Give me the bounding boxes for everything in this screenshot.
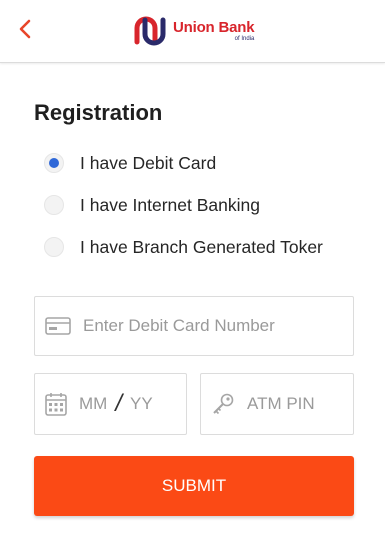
app-header: Union Bank of India (0, 0, 385, 63)
option-label: I have Internet Banking (80, 194, 260, 215)
option-branch-token[interactable]: I have Branch Generated Toker (44, 236, 323, 258)
bank-logo: Union Bank of India (133, 14, 255, 48)
atm-pin-placeholder: ATM PIN (247, 394, 315, 413)
option-label: I have Branch Generated Toker (80, 236, 323, 257)
debit-card-number-field[interactable]: Enter Debit Card Number (34, 296, 354, 356)
expiry-date-field[interactable]: MM / YY (34, 373, 187, 435)
back-button[interactable] (10, 14, 40, 44)
radio-button[interactable] (44, 195, 64, 215)
submit-button[interactable]: SUBMIT (34, 456, 354, 516)
chevron-left-icon (19, 19, 31, 39)
expiry-year-placeholder: YY (130, 394, 153, 413)
key-icon (211, 392, 235, 416)
expiry-month-placeholder: MM (79, 394, 108, 413)
radio-button[interactable] (44, 237, 64, 257)
option-debit-card[interactable]: I have Debit Card (44, 152, 323, 174)
registration-type-group: I have Debit Card I have Internet Bankin… (44, 152, 323, 278)
expiry-separator: / (115, 390, 122, 417)
radio-button[interactable] (44, 153, 64, 173)
option-internet-banking[interactable]: I have Internet Banking (44, 194, 323, 216)
bank-subtitle: of India (234, 36, 255, 42)
bank-name: Union Bank (173, 19, 255, 36)
page-title: Registration (34, 100, 163, 125)
union-bank-logo-icon (134, 16, 166, 46)
radio-selected-dot (49, 158, 59, 168)
atm-pin-field[interactable]: ATM PIN (200, 373, 354, 435)
option-label: I have Debit Card (80, 152, 217, 173)
card-number-placeholder: Enter Debit Card Number (83, 316, 275, 335)
credit-card-icon (45, 317, 71, 335)
calendar-icon (45, 392, 67, 416)
